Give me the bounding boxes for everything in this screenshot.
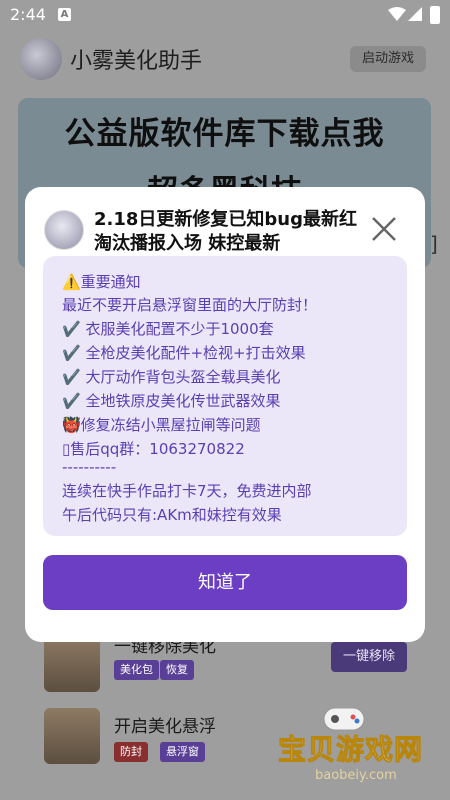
notice-line: 午后代码只有:AKm和妹控有效果	[62, 506, 282, 524]
dialog-avatar	[44, 210, 84, 250]
notice-line: ✔️ 大厅动作背包头盔全载具美化	[62, 368, 281, 386]
notice-line: 最近不要开启悬浮窗里面的大厅防封！	[62, 296, 318, 314]
notice-line: ⚠️重要通知	[62, 273, 141, 291]
close-icon[interactable]	[366, 211, 402, 247]
confirm-button[interactable]: 知道了	[43, 555, 407, 610]
notice-divider: ----------	[62, 458, 117, 476]
notice-line: ✔️ 全枪皮美化配件+检视+打击效果	[62, 344, 306, 362]
notice-line: ✔️ 衣服美化配置不少于1000套	[62, 320, 274, 338]
notice-line: 连续在快手作品打卡7天，免费进内部	[62, 482, 312, 500]
notice-line: 👹修复冻结小黑屋拉闸等问题	[62, 416, 261, 434]
dialog-title: 2.18日更新修复已知bug最新红 淘汰播报入场 妹控最新	[94, 209, 357, 252]
notice-line: ✔️ 全地铁原皮美化传世武器效果	[62, 392, 281, 410]
notice-line: ▯售后qq群：1063270822	[62, 440, 245, 458]
